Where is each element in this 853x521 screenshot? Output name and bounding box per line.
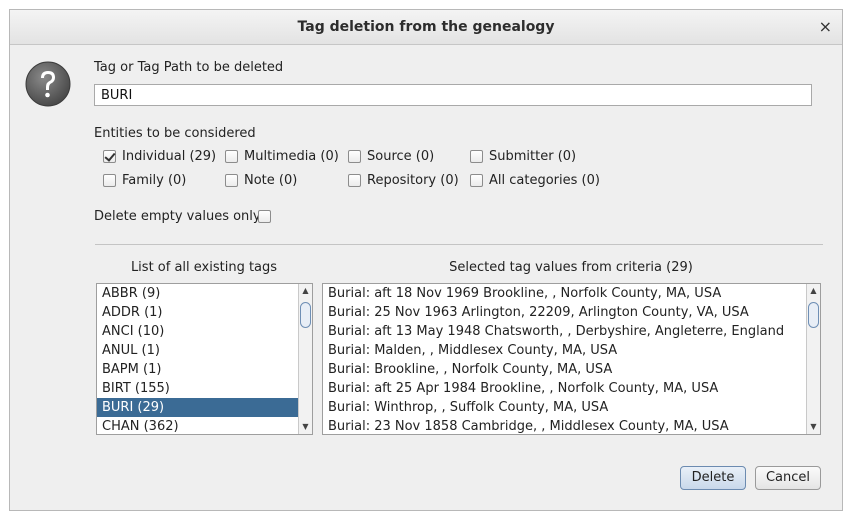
delete-button[interactable]: Delete — [680, 466, 746, 490]
checkbox-empty-only[interactable] — [258, 210, 271, 223]
checkbox-individual[interactable] — [103, 150, 116, 163]
list-item-selected[interactable]: BURI (29) — [97, 398, 312, 417]
list-item[interactable]: Burial: 23 Nov 1858 Cambridge, , Middles… — [323, 417, 820, 434]
question-icon — [25, 61, 71, 107]
checkbox-family-label[interactable]: Family (0) — [122, 173, 186, 188]
checkbox-family[interactable] — [103, 174, 116, 187]
checkbox-multimedia[interactable] — [225, 150, 238, 163]
checkbox-multimedia-label[interactable]: Multimedia (0) — [244, 149, 339, 164]
list-item[interactable]: Burial: aft 18 Nov 1969 Brookline, , Nor… — [323, 284, 820, 303]
checkbox-all-categories-label[interactable]: All categories (0) — [489, 173, 600, 188]
entities-label: Entities to be considered — [94, 126, 256, 141]
checkbox-individual-label[interactable]: Individual (29) — [122, 149, 216, 164]
checkbox-all-categories[interactable] — [470, 174, 483, 187]
scroll-down-icon[interactable]: ▼ — [807, 420, 820, 434]
tag-path-input[interactable] — [94, 84, 812, 106]
list-item[interactable]: BIRT (155) — [97, 379, 312, 398]
tag-deletion-dialog: Tag deletion from the genealogy × Tag or… — [9, 9, 843, 511]
title-bar[interactable]: Tag deletion from the genealogy × — [10, 10, 842, 45]
list-item[interactable]: Burial: 25 Nov 1963 Arlington, 22209, Ar… — [323, 303, 820, 322]
checkbox-note[interactable] — [225, 174, 238, 187]
list-item[interactable]: ANUL (1) — [97, 341, 312, 360]
checkbox-source-label[interactable]: Source (0) — [367, 149, 434, 164]
values-list-header: Selected tag values from criteria (29) — [449, 260, 693, 275]
list-item[interactable]: ABBR (9) — [97, 284, 312, 303]
tags-list[interactable]: ABBR (9) ADDR (1) ANCI (10) ANUL (1) BAP… — [96, 283, 313, 435]
checkbox-submitter-label[interactable]: Submitter (0) — [489, 149, 576, 164]
scroll-up-icon[interactable]: ▲ — [299, 284, 312, 298]
values-scrollbar[interactable]: ▲ ▼ — [806, 284, 820, 434]
checkbox-repository-label[interactable]: Repository (0) — [367, 173, 459, 188]
list-item[interactable]: Burial: aft 13 May 1948 Chatsworth, , De… — [323, 322, 820, 341]
values-list[interactable]: Burial: aft 18 Nov 1969 Brookline, , Nor… — [322, 283, 821, 435]
list-item[interactable]: CHAN (362) — [97, 417, 312, 434]
scroll-up-icon[interactable]: ▲ — [807, 284, 820, 298]
checkbox-source[interactable] — [348, 150, 361, 163]
separator — [95, 244, 823, 245]
close-icon[interactable]: × — [819, 17, 832, 36]
tags-scrollbar[interactable]: ▲ ▼ — [298, 284, 312, 434]
scroll-thumb[interactable] — [300, 302, 311, 328]
list-item[interactable]: Burial: Winthrop, , Suffolk County, MA, … — [323, 398, 820, 417]
scroll-down-icon[interactable]: ▼ — [299, 420, 312, 434]
list-item[interactable]: Burial: aft 25 Apr 1984 Brookline, , Nor… — [323, 379, 820, 398]
checkbox-repository[interactable] — [348, 174, 361, 187]
dialog-title: Tag deletion from the genealogy — [297, 19, 555, 35]
empty-only-label: Delete empty values only — [94, 209, 261, 224]
list-item[interactable]: Burial: Malden, , Middlesex County, MA, … — [323, 341, 820, 360]
scroll-thumb[interactable] — [808, 302, 819, 328]
checkbox-note-label[interactable]: Note (0) — [244, 173, 297, 188]
tag-path-label: Tag or Tag Path to be deleted — [94, 60, 284, 75]
list-item[interactable]: ANCI (10) — [97, 322, 312, 341]
cancel-button[interactable]: Cancel — [755, 466, 821, 490]
list-item[interactable]: Burial: Brookline, , Norfolk County, MA,… — [323, 360, 820, 379]
tags-list-header: List of all existing tags — [130, 260, 278, 275]
checkbox-submitter[interactable] — [470, 150, 483, 163]
list-item[interactable]: ADDR (1) — [97, 303, 312, 322]
list-item[interactable]: BAPM (1) — [97, 360, 312, 379]
